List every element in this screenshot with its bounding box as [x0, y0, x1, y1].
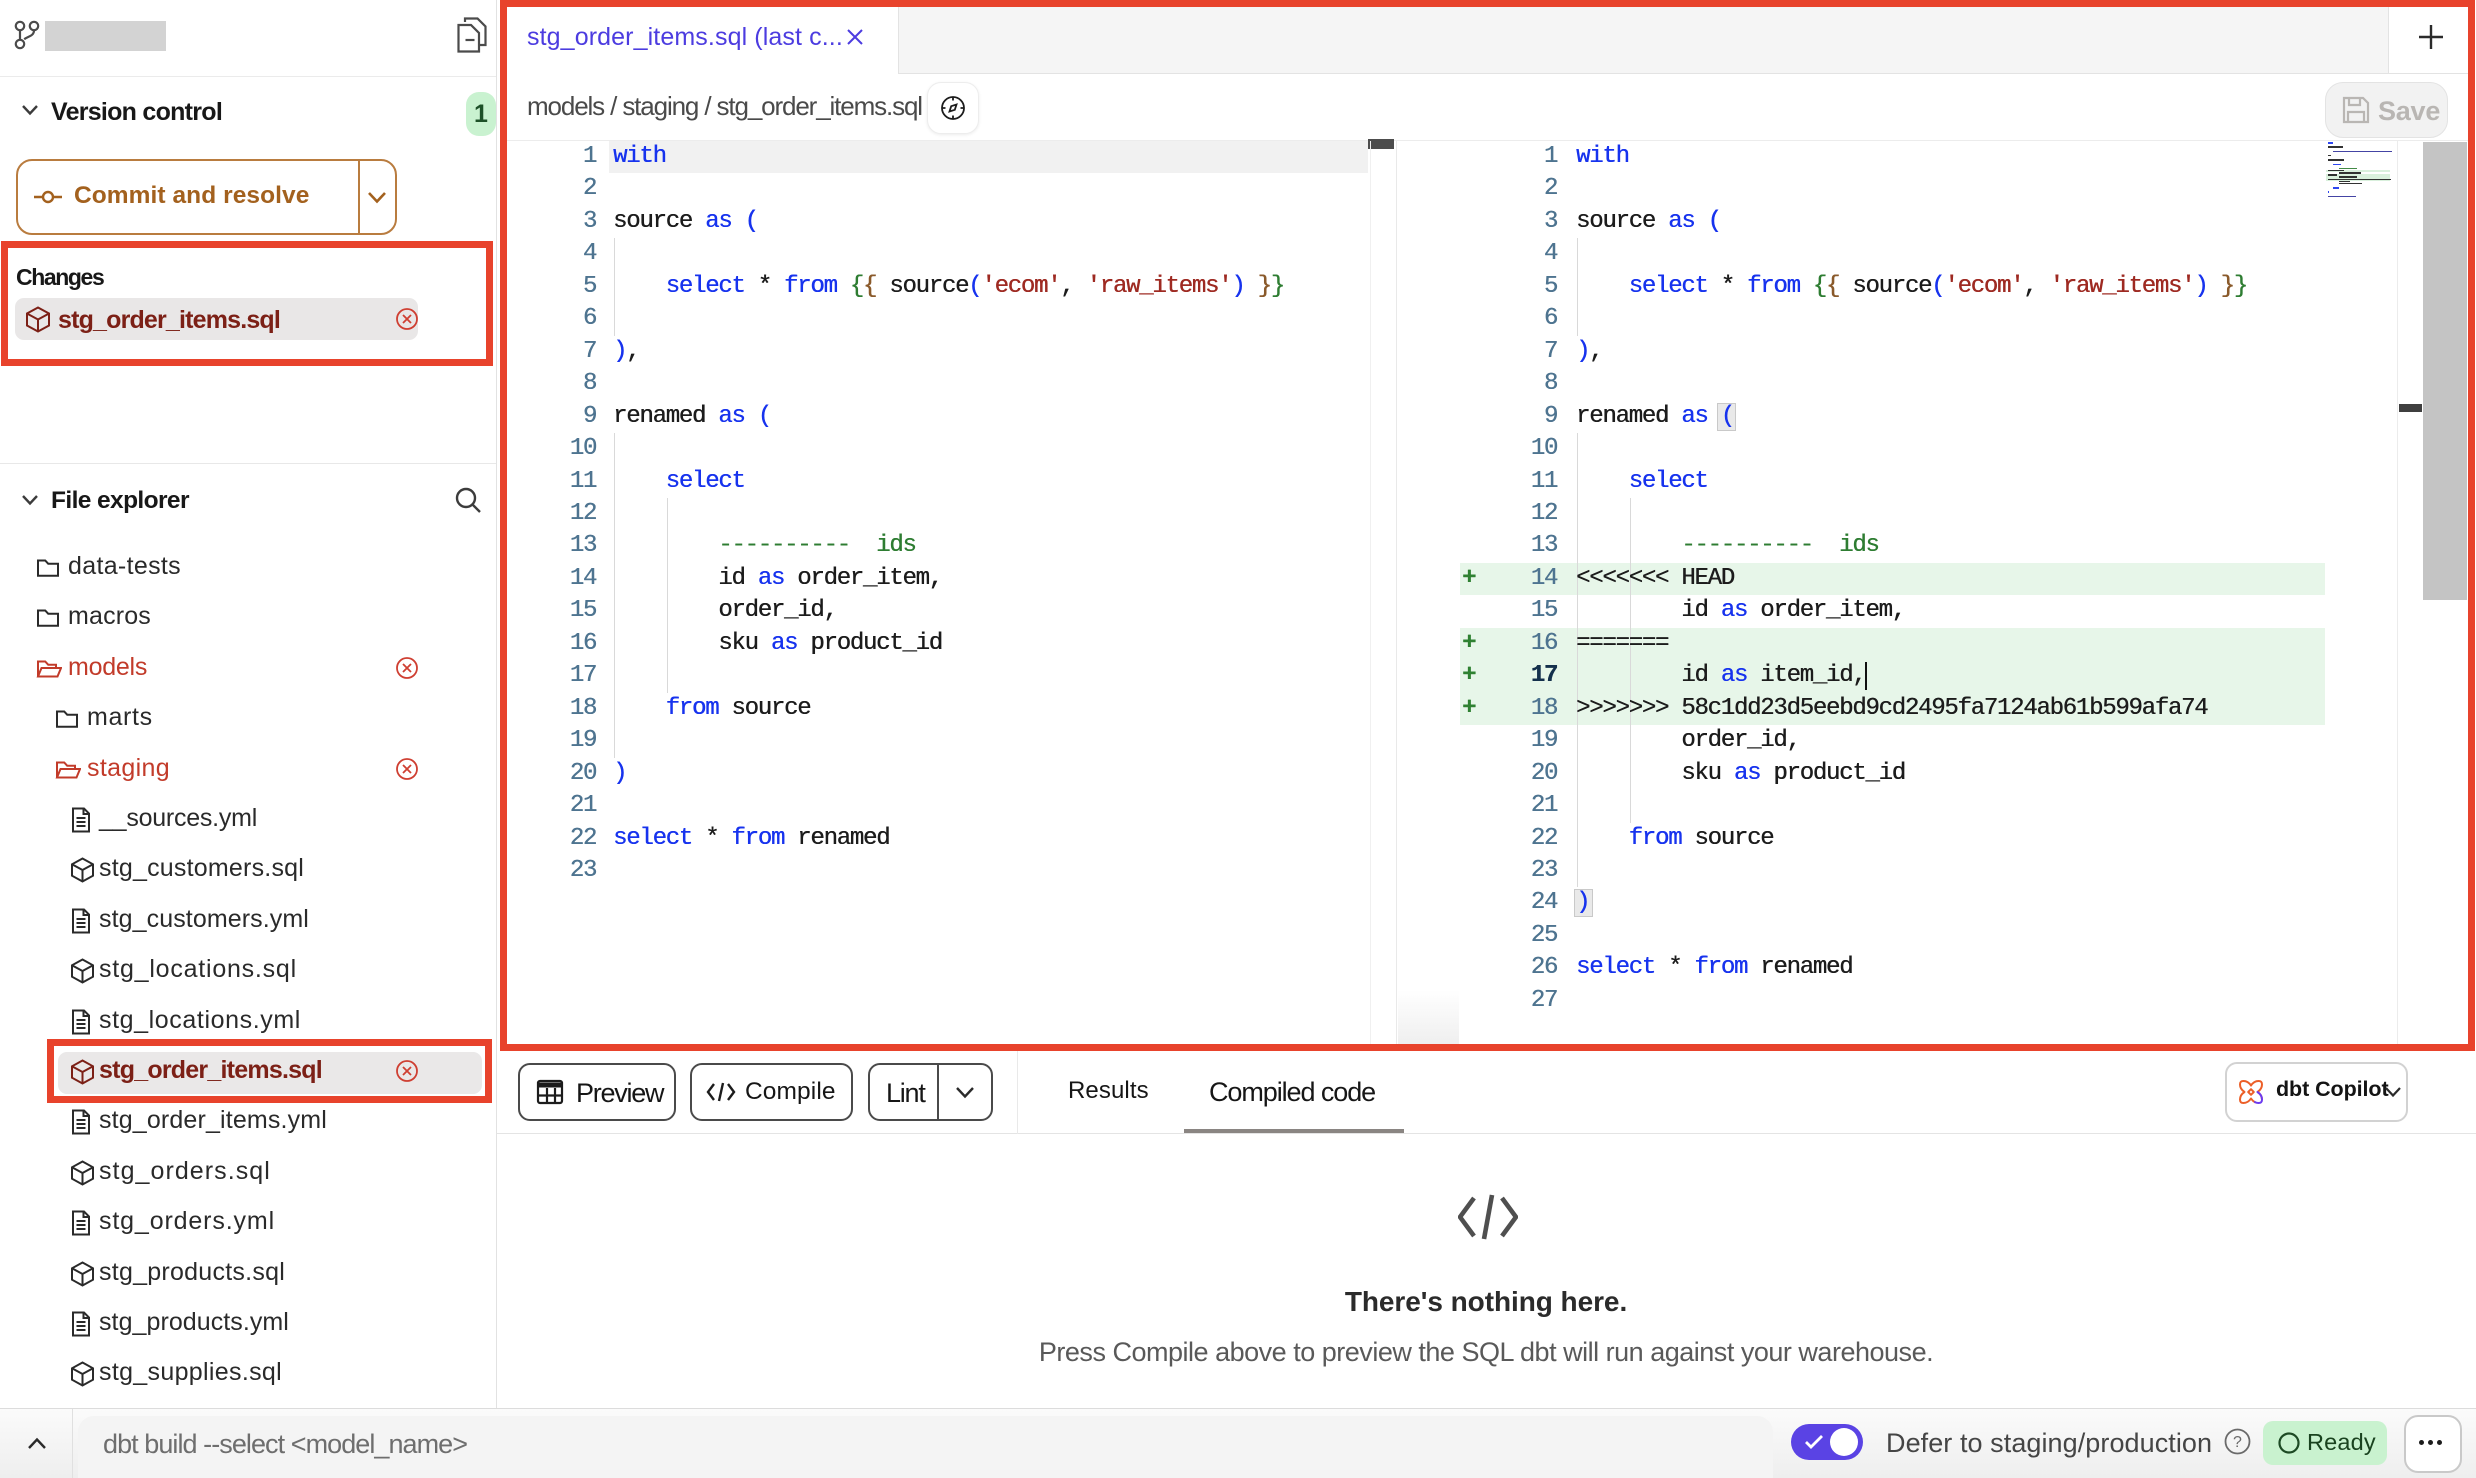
svg-text:?: ?	[2233, 1434, 2242, 1451]
